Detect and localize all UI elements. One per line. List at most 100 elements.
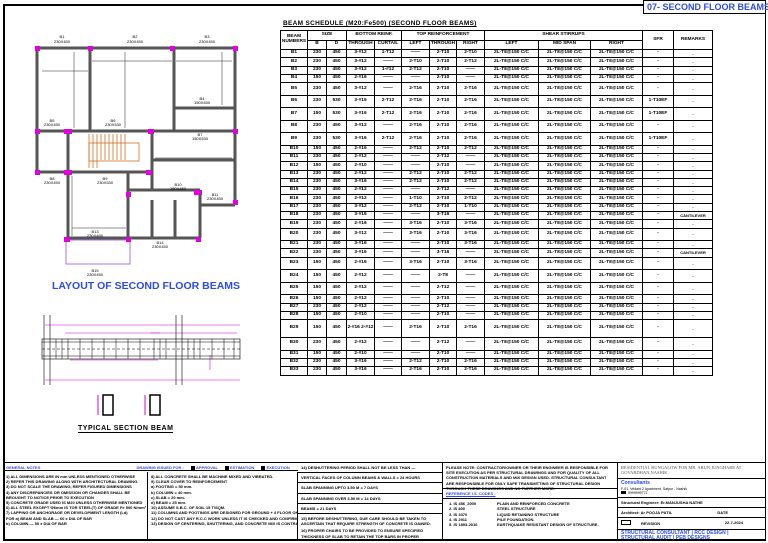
cell-through: 2-#10: [346, 310, 375, 321]
table-row: B24 150 450 2-#12 —— —— 2-T8 —— 2L-T8@150 C/C 2L-…: [280, 269, 713, 283]
table-row: B33 230 450 3-#16 —— 2-T16 2-T10 2-T16 2L-T8@150…: [280, 366, 713, 376]
cell-top-through: 2-T10: [429, 357, 457, 368]
cell-left: 2-T10: [401, 57, 430, 67]
cell-right: ——: [456, 211, 485, 221]
header-size: SIZE: [307, 30, 347, 41]
cell-left: 2-T12: [401, 169, 430, 179]
table-row: B5 230 450 3-#12 —— 2-T16 2-T10 2-T16 2L-T8@150 …: [280, 82, 713, 96]
cell-top-through: 3-T16: [429, 211, 457, 221]
cell-through: 2-#12: [346, 302, 375, 312]
cell-sfr: -: [642, 366, 674, 376]
cell-sm: 2L-T8@150 C/C: [538, 302, 591, 312]
cell-remarks: -: [673, 281, 713, 296]
cell-top-through: 2-T10: [429, 82, 457, 96]
cell-sfr: -: [642, 73, 674, 84]
cell-b: 230: [307, 211, 327, 221]
cell-beam: B1: [280, 48, 308, 59]
cell-sfr: -: [642, 211, 674, 221]
table-row: B1 230 450 3-#12 1-T12 —— 2-T10 2-T10 2L-T8@150 …: [280, 48, 713, 59]
table-row: B23 150 450 2-#16 —— 3-T16 2-T10 3-T16 2L-T8@150…: [280, 256, 713, 271]
cell-sr: 2L-T8@150 C/C: [590, 57, 643, 67]
cell-left: ——: [401, 349, 430, 359]
table-row: B26 150 450 2-#12 —— —— 2-T10 —— 2L-T8@150 C/C 2L…: [280, 294, 713, 304]
table-row: B31 150 450 2-#10 —— —— 2-T10 —— 2L-T8@150 C/C 2L…: [280, 349, 713, 359]
cell-curtail: ——: [374, 194, 402, 204]
cell-top-through: 2-T10: [429, 107, 457, 121]
cell-top-through: 2-T10: [429, 65, 457, 75]
cell-sfr: -: [642, 186, 674, 196]
note: 11) COLUMNS AND FOOTINGS ARE DESIGNED FO…: [151, 510, 298, 516]
cell-curtail: ——: [374, 119, 402, 134]
cell-b: 150: [307, 269, 327, 283]
cantilever-outline: [65, 239, 131, 265]
cell-sfr: -: [642, 357, 674, 368]
cell-left: 2-T16: [401, 82, 430, 96]
project-name: RESIDENTIAL BUNGALOW FOR MR. ARUN JUNGHA…: [618, 463, 766, 479]
general-notes-label: GENERAL NOTES: [6, 465, 41, 470]
cell-remarks: -: [673, 357, 713, 368]
table-row: B20 230 450 3-#12 —— 3-T16 2-T10 3-T16 2L-T8@150…: [280, 227, 713, 242]
deshutter-value: = 21 DAYS: [316, 505, 337, 511]
cell-sr: 2L-T8@150 C/C: [590, 366, 643, 376]
cell-sl: 2L-T8@150 C/C: [484, 94, 539, 109]
cell-right: ——: [456, 281, 485, 296]
cell-sm: 2L-T8@150 C/C: [538, 211, 591, 221]
cell-sl: 2L-T8@150 C/C: [484, 119, 539, 134]
cell-beam: B24: [280, 269, 308, 283]
section-title: TYPICAL SECTION BEAM: [78, 425, 174, 433]
cell-sm: 2L-T8@150 C/C: [538, 240, 591, 250]
cell-top-through: 2-T8: [429, 269, 457, 283]
cell-remarks: -: [673, 161, 713, 171]
cell-sr: 2L-T8@150 C/C: [590, 94, 643, 109]
beam-cross-sections: [97, 394, 161, 416]
cell-left: ——: [401, 269, 430, 283]
table-row: B27 230 450 2-#12 —— —— 2-T12 —— 2L-T8@150 C/C 2L…: [280, 302, 713, 312]
cell-right: ——: [456, 73, 485, 84]
cell-d: 450: [326, 240, 347, 250]
table-row: B25 150 450 2-#12 —— —— 2-T12 —— 2L-T8@150 C/C 2L…: [280, 281, 713, 296]
table-row: B9 230 530 3-#16 2-T12 2-T16 2-T10 2-T16 2L-T8@1…: [280, 132, 713, 146]
cell-sl: 2L-T8@150 C/C: [484, 132, 539, 146]
cell-sfr: -: [642, 82, 674, 96]
cell-b: 150: [307, 281, 327, 296]
cell-through: 3-#16: [346, 107, 375, 121]
cell-sr: 2L-T8@150 C/C: [590, 269, 643, 283]
svg-text:230X450: 230X450: [152, 244, 169, 249]
cell-sfr: -: [642, 65, 674, 75]
cell-d: 450: [326, 119, 347, 134]
table-row: B17 230 450 3-#12 —— 2-T12 2-T10 1-T10 2L-T8@150…: [280, 202, 713, 213]
cell-sl: 2L-T8@150 C/C: [484, 302, 539, 312]
cell-right: 2-T16: [456, 94, 485, 109]
cell-d: 450: [326, 227, 347, 242]
cell-d: 450: [326, 161, 347, 171]
cell-sr: 2L-T8@150 C/C: [590, 169, 643, 179]
cell-through: 2-#12: [346, 294, 375, 304]
cell-b: 230: [307, 57, 327, 67]
cell-sm: 2L-T8@150 C/C: [538, 107, 591, 121]
cell-sm: 2L-T8@150 C/C: [538, 177, 591, 188]
cell-remarks: -: [673, 48, 713, 59]
cell-top-through: 2-T10: [429, 256, 457, 271]
cell-d: 450: [326, 281, 347, 296]
cell-sfr: -: [642, 337, 674, 351]
cell-beam: B33: [280, 366, 308, 376]
cell-top-through: 2-T12: [429, 337, 457, 351]
cell-remarks: -: [673, 152, 713, 163]
cell-right: ——: [456, 65, 485, 75]
note: 7) LAPPING OR ANCHORAGE OR DEVELOPMENT L…: [6, 510, 128, 516]
cell-beam: B7: [280, 107, 308, 121]
cell-curtail: ——: [374, 248, 402, 258]
cell-remarks: -: [673, 227, 713, 242]
cell-b: 230: [307, 132, 327, 146]
cell-right: 2-T16: [456, 82, 485, 96]
cell-through: 3-#16: [346, 366, 375, 376]
svg-text:150X530: 150X530: [192, 136, 209, 141]
cell-sr: 2L-T8@150 C/C: [590, 357, 643, 368]
cell-sl: 2L-T8@150 C/C: [484, 310, 539, 321]
cell-curtail: ——: [374, 302, 402, 312]
cell-sl: 2L-T8@150 C/C: [484, 73, 539, 84]
note: 16) PROPER CHAIRS TO BE PROVIDED TO ENSU…: [301, 528, 433, 541]
cell-top-through: 2-T10: [429, 294, 457, 304]
cell-sm: 2L-T8@150 C/C: [538, 186, 591, 196]
cell-sm: 2L-T8@150 C/C: [538, 73, 591, 84]
